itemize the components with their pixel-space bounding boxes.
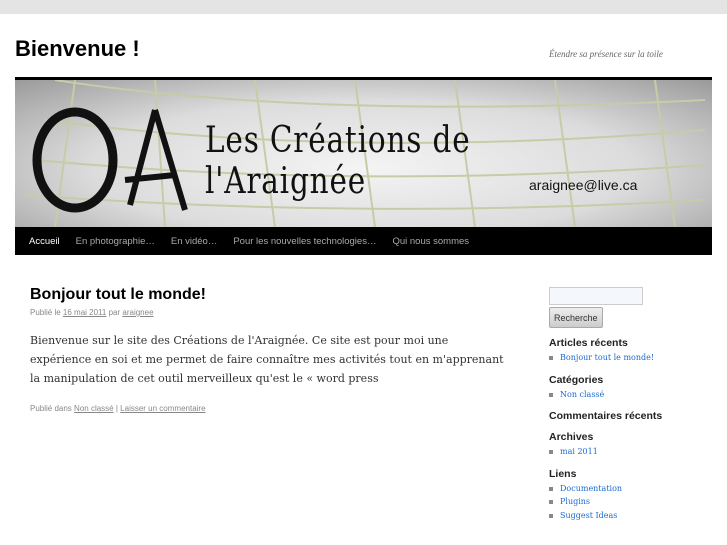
post-body: Bienvenue sur le site des Créations de l… <box>30 334 504 385</box>
nav-item-photographie[interactable]: En photographie… <box>68 236 163 247</box>
list-item[interactable]: Plugins <box>549 495 719 509</box>
site-title[interactable]: Bienvenue ! <box>15 36 140 62</box>
widget-recent-posts: Articles récents Bonjour tout le monde! <box>549 337 719 365</box>
list-item[interactable]: Bonjour tout le monde! <box>549 351 719 365</box>
filed-prefix: Publié dans <box>30 404 72 413</box>
post-author-link[interactable]: araignee <box>122 308 153 317</box>
search-button[interactable]: Recherche <box>549 307 603 328</box>
nav-item-video[interactable]: En vidéo… <box>163 236 225 247</box>
widget-title: Archives <box>549 431 594 443</box>
post-title[interactable]: Bonjour tout le monde! <box>30 286 206 304</box>
list-item[interactable]: Documentation <box>549 482 719 496</box>
meta-prefix: Publié le <box>30 308 61 317</box>
post-date-link[interactable]: 16 mai 2011 <box>63 308 106 317</box>
widget-title: Catégories <box>549 373 604 386</box>
sidebar: Recherche Articles récents Bonjour tout … <box>549 287 719 522</box>
meta-by: par <box>108 308 121 317</box>
header-banner: Les Créations de l'Araignée araignee@liv… <box>15 77 712 227</box>
separator: | <box>115 404 118 413</box>
banner-email: araignee@live.ca <box>529 177 638 193</box>
widget-categories: Catégories Non classé <box>549 374 719 402</box>
widget-title: Liens <box>549 467 577 480</box>
list-item[interactable]: mai 2011 <box>549 445 719 459</box>
top-bar <box>0 0 727 14</box>
list-item[interactable]: Suggest Ideas <box>549 509 719 523</box>
post-meta: Publié le 16 mai 2011 par araignee <box>30 308 154 317</box>
widget-archives: Archives mai 2011 <box>549 431 719 459</box>
widget-title: Commentaires récents <box>549 410 663 422</box>
nav-item-qui-nous-sommes[interactable]: Qui nous sommes <box>384 236 477 247</box>
widget-links: Liens Documentation Plugins Suggest Idea… <box>549 468 719 523</box>
leave-comment-link[interactable]: Laisser un commentaire <box>120 404 205 413</box>
nav-item-technologies[interactable]: Pour les nouvelles technologies… <box>225 236 384 247</box>
list-item[interactable]: Non classé <box>549 388 719 402</box>
site-tagline: Étendre sa présence sur la toile <box>549 49 663 59</box>
main-nav: Accueil En photographie… En vidéo… Pour … <box>15 227 712 255</box>
post-footer: Publié dans Non classé | Laisser un comm… <box>30 404 206 413</box>
widget-title: Articles récents <box>549 337 628 349</box>
widget-recent-comments: Commentaires récents <box>549 410 719 422</box>
category-link[interactable]: Non classé <box>74 404 114 413</box>
nav-item-accueil[interactable]: Accueil <box>21 236 68 247</box>
search-input[interactable] <box>549 287 643 305</box>
